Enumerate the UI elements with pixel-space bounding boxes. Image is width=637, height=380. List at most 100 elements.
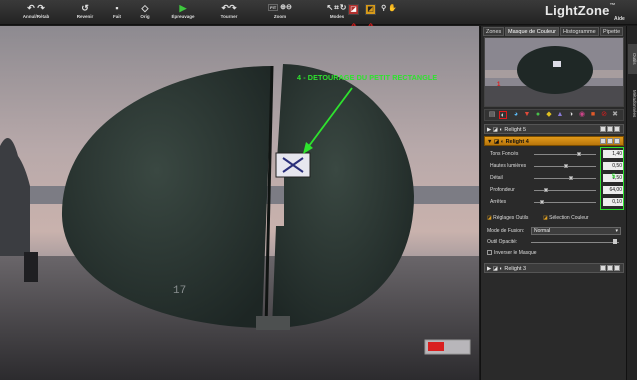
proof-button[interactable]: ▶ Épreuvage	[168, 2, 198, 24]
slider-knob[interactable]	[564, 164, 568, 168]
blend-mode-select[interactable]: Normal ▾	[531, 227, 621, 235]
invert-mask-checkbox[interactable]: Inverser le Masque	[487, 250, 537, 256]
slider-knob[interactable]	[544, 188, 548, 192]
layer-relight-3[interactable]: ▶ ◪ ◐ Relight 3	[484, 263, 624, 273]
spot-icon: ◩	[367, 6, 374, 13]
modes-label: Modes	[329, 14, 345, 19]
close-icon[interactable]	[614, 126, 620, 132]
zoom-icons: FIT ⊕⊖	[256, 2, 304, 14]
region-icon: ◪	[350, 6, 357, 13]
zones-tool-icon[interactable]: ▤	[488, 111, 496, 119]
expand-arrow-icon[interactable]: ▶	[487, 266, 491, 272]
opacity-label: Outil Opacité:	[487, 239, 518, 245]
save-icon: ▪	[115, 3, 119, 13]
slider-knob[interactable]	[577, 152, 581, 156]
layer-controls	[599, 126, 621, 133]
slider-track[interactable]	[534, 178, 596, 179]
zoom-out-icon[interactable]: ⊖	[286, 4, 292, 11]
color-tool-icon[interactable]: ◆	[545, 111, 553, 119]
app-logo: LightZone™	[545, 3, 616, 18]
region-mode-button[interactable]: ◪	[348, 4, 359, 15]
undo-redo-icon: ↶ ↷	[27, 3, 45, 13]
slider-knob[interactable]	[569, 176, 573, 180]
relight-icon: ◐	[499, 266, 503, 272]
help-icon[interactable]	[600, 138, 606, 144]
tools-settings-tab[interactable]: ◪ Réglages Outils	[487, 215, 528, 221]
layers-icon: ◇	[141, 3, 149, 13]
layer-name: Relight 3	[504, 266, 527, 272]
region-layer-icon: ◪	[492, 127, 498, 133]
slider-track[interactable]	[534, 154, 596, 155]
proof-label: Épreuvage	[171, 14, 195, 19]
slider-label: Hautes lumières	[490, 163, 527, 169]
annotation-label-1: 1	[497, 82, 501, 88]
relight-icon: ◐	[500, 139, 505, 145]
sculpture-base	[256, 316, 290, 330]
undo-redo-label: Annul/Rétab	[22, 14, 50, 19]
revert-button[interactable]: ↺ Revenir	[74, 2, 96, 24]
relight-icon: ◐	[499, 127, 503, 133]
bw-tool-icon[interactable]: ◑	[567, 111, 575, 119]
orig-button[interactable]: ◇ Orig	[136, 2, 154, 24]
zoom-fit-box[interactable]: FIT	[268, 4, 279, 11]
slider-label: Arrêtes	[490, 199, 507, 205]
tab-zones[interactable]: Zones	[483, 27, 505, 36]
blur-tool-icon[interactable]: ▲	[556, 111, 564, 119]
sharpen-tool-icon[interactable]: ▼	[523, 111, 531, 119]
delete-tool-icon[interactable]: ✖	[611, 111, 619, 119]
opacity-slider[interactable]	[531, 242, 619, 243]
opacity-knob[interactable]	[613, 239, 617, 244]
help-button[interactable]: Aide	[614, 16, 625, 22]
invert-mask-label: Inverser le Masque	[494, 250, 537, 256]
trees	[0, 138, 30, 256]
help-icon[interactable]	[600, 126, 606, 132]
visible-check-icon[interactable]	[607, 265, 613, 271]
undo-redo-button[interactable]: ↶ ↷ Annul/Rétab	[20, 2, 52, 24]
side-tab-tools[interactable]: Outils	[628, 44, 637, 74]
rotate-mode-icon[interactable]: ↻	[340, 3, 348, 12]
color-selection-tab[interactable]: ◪ Sélection Couleur	[543, 215, 589, 221]
revert-label: Revenir	[76, 14, 94, 19]
spot-mode-button[interactable]: ◩	[365, 4, 376, 15]
hand-icon[interactable]: ⚲ ✋	[379, 3, 399, 15]
slider-knob[interactable]	[540, 200, 544, 204]
tab-color-mask[interactable]: Masque de Couleur	[505, 27, 560, 36]
tab-histogram[interactable]: Histogramme	[560, 27, 599, 36]
slider-label: Tons Foncés	[490, 151, 519, 157]
tab-pipette[interactable]: Pipette	[600, 27, 624, 36]
side-tab-metadata[interactable]: Métadonnées	[628, 84, 637, 124]
help-icon[interactable]	[600, 265, 606, 271]
rotate-button[interactable]: ↶↷ Tourner	[216, 2, 242, 24]
logo-text: LightZone	[545, 3, 610, 18]
hue-tool-icon[interactable]: ◕	[512, 111, 520, 119]
done-label: Fait	[112, 14, 121, 19]
color-balance-icon[interactable]: ●	[534, 111, 542, 119]
close-icon[interactable]	[614, 265, 620, 271]
orig-label: Orig	[140, 14, 150, 19]
visible-check-icon[interactable]	[607, 138, 613, 144]
layer-relight-4[interactable]: ▼ ◪ ◐ Relight 4	[484, 136, 624, 146]
bollard	[24, 252, 38, 282]
layer-name: Relight 5	[504, 127, 527, 133]
image-canvas[interactable]: 4 - DETOURAGE DU PETIT RECTANGLE 17	[0, 26, 479, 380]
expand-arrow-icon[interactable]: ▶	[487, 127, 491, 133]
red-eye-icon[interactable]: ◉	[578, 111, 586, 119]
close-icon[interactable]	[614, 138, 620, 144]
noise-tool-icon[interactable]: ■	[589, 111, 597, 119]
checkbox-icon[interactable]	[487, 250, 492, 256]
layer-relight-5[interactable]: ▶ ◪ ◐ Relight 5	[484, 124, 624, 134]
mode-extra[interactable]: ⚲ ✋	[379, 3, 399, 25]
sculpture-number: 17	[173, 285, 187, 297]
play-icon: ▶	[179, 3, 187, 13]
zoom-control[interactable]: FIT ⊕⊖ Zoom	[256, 2, 304, 24]
collapse-arrow-icon[interactable]: ▼	[487, 139, 492, 145]
no-entry-icon[interactable]: ⊘	[600, 111, 608, 119]
relight-tool-icon[interactable]: ◐	[499, 111, 507, 119]
done-button[interactable]: ▪ Fait	[108, 2, 126, 24]
slider-label: Profondeur	[490, 187, 515, 193]
region-layer-icon: ◪	[493, 139, 500, 145]
zoom-label: Zoom	[273, 14, 287, 19]
color-selection-label: Sélection Couleur	[549, 215, 589, 221]
layer-name: Relight 4	[505, 139, 529, 145]
visible-check-icon[interactable]	[607, 126, 613, 132]
